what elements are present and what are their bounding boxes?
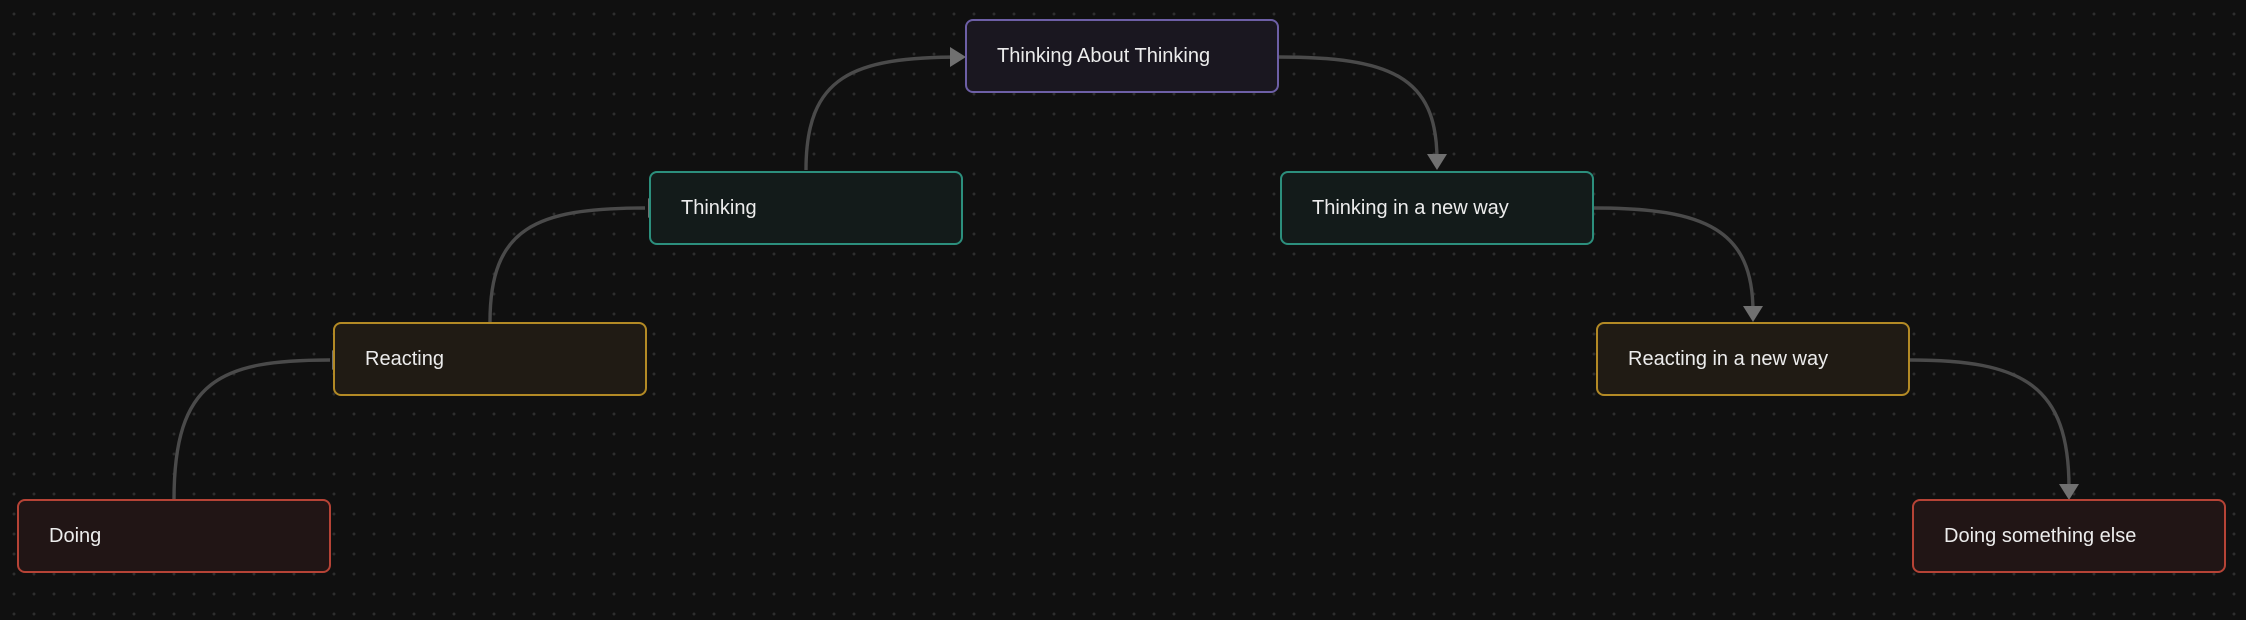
edge-thinking-to-meta xyxy=(804,47,966,171)
node-label: Thinking xyxy=(681,196,757,219)
edge-reacting-to-thinking xyxy=(488,198,662,323)
node-label: Thinking About Thinking xyxy=(997,44,1211,67)
node-doing[interactable]: Doing xyxy=(17,499,331,573)
node-thinking[interactable]: Thinking xyxy=(649,171,963,245)
node-reacting-in-a-new-way[interactable]: Reacting in a new way xyxy=(1596,322,1910,396)
node-label: Reacting xyxy=(365,347,444,370)
node-thinking-about-thinking[interactable]: Thinking About Thinking xyxy=(965,19,1279,93)
node-reacting[interactable]: Reacting xyxy=(333,322,647,396)
node-doing-something-else[interactable]: Doing something else xyxy=(1912,499,2226,573)
edge-meta-to-thinking-new xyxy=(1277,55,1447,170)
edge-thinking-new-to-reacting-new xyxy=(1593,206,1763,322)
edge-layer xyxy=(172,47,2079,501)
node-label: Doing something else xyxy=(1944,524,2137,547)
edge-reacting-new-to-doing-else xyxy=(1909,358,2079,500)
diagram-canvas: Doing Reacting Thinking Thinking About T… xyxy=(0,0,2246,620)
edge-doing-to-reacting xyxy=(172,350,346,501)
node-label: Reacting in a new way xyxy=(1628,347,1829,370)
node-label: Doing xyxy=(49,524,102,547)
node-thinking-in-a-new-way[interactable]: Thinking in a new way xyxy=(1280,171,1594,245)
node-label: Thinking in a new way xyxy=(1312,196,1509,219)
